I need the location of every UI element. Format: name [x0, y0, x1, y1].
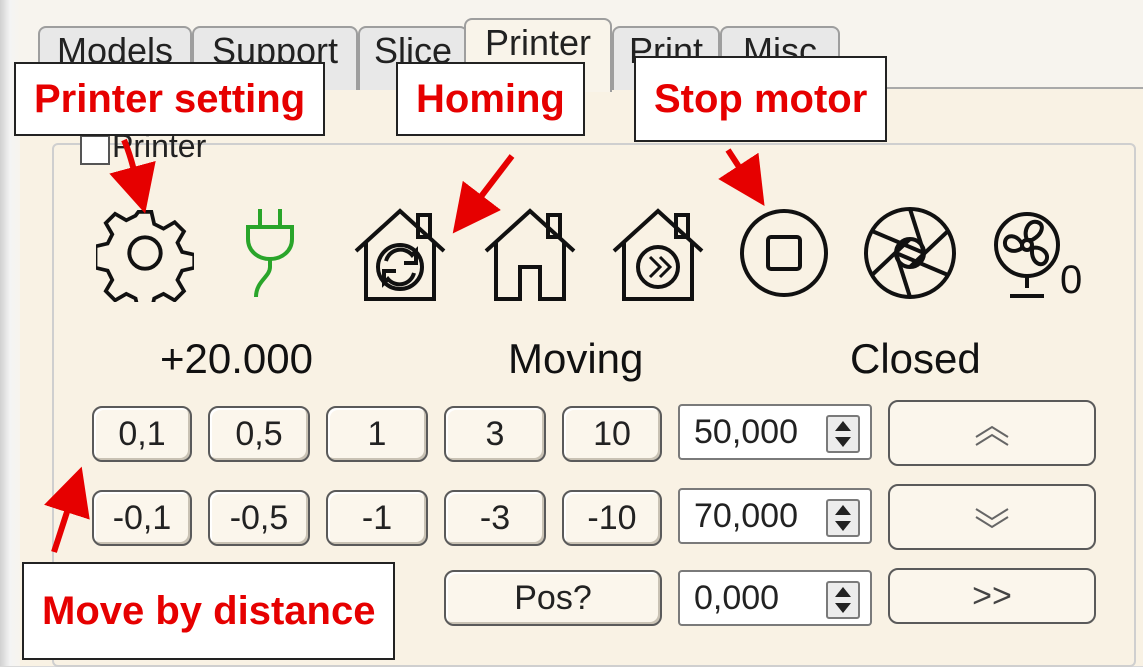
query-position-button[interactable]: Pos? [444, 570, 662, 626]
double-chevron-up-icon [975, 425, 1009, 446]
move-plus-3-button[interactable]: 3 [444, 406, 546, 462]
goto-position-value: 0,000 [694, 579, 780, 617]
callout-move-by-distance: Move by distance [22, 562, 396, 660]
move-minus-1-button[interactable]: -1 [326, 490, 428, 546]
callout-printer-setting: Printer setting [14, 62, 326, 136]
goto-position-button[interactable]: >> [888, 568, 1096, 624]
speed-up-value: 50,000 [694, 413, 798, 451]
aperture-icon[interactable] [862, 205, 958, 301]
callout-homing: Homing [396, 62, 585, 136]
move-up-button[interactable] [888, 400, 1096, 466]
position-readout: +20.000 [160, 335, 313, 382]
speed-up-spinbox[interactable]: 50,000 [678, 404, 872, 460]
spin-arrows-icon[interactable] [826, 581, 860, 619]
motion-state: Moving [508, 335, 644, 382]
app-window: Models Support Slice Printer Print Misc … [0, 0, 1143, 667]
stop-icon[interactable] [738, 207, 830, 299]
home-forward-icon[interactable] [610, 205, 706, 303]
plug-icon[interactable] [240, 205, 300, 305]
move-minus-0.5-button[interactable]: -0,5 [208, 490, 310, 546]
spin-arrows-icon[interactable] [826, 415, 860, 453]
move-plus-10-button[interactable]: 10 [562, 406, 662, 462]
spin-arrows-icon[interactable] [826, 499, 860, 537]
gear-icon[interactable] [93, 204, 197, 313]
home-cycle-icon[interactable] [352, 205, 448, 303]
speed-down-value: 70,000 [694, 497, 798, 535]
callout-stop-motor: Stop motor [634, 56, 888, 142]
move-plus-1-button[interactable]: 1 [326, 406, 428, 462]
fan-icon[interactable] [992, 210, 1062, 300]
move-minus-10-button[interactable]: -10 [562, 490, 662, 546]
move-plus-0.1-button[interactable]: 0,1 [92, 406, 192, 462]
move-minus-0.1-button[interactable]: -0,1 [92, 490, 192, 546]
fan-speed-value: 0 [1060, 258, 1083, 302]
home-icon[interactable] [482, 205, 578, 303]
move-minus-3-button[interactable]: -3 [444, 490, 546, 546]
door-state: Closed [850, 335, 981, 382]
printer-enable-checkbox[interactable] [80, 135, 110, 165]
goto-position-spinbox[interactable]: 0,000 [678, 570, 872, 626]
move-down-button[interactable] [888, 484, 1096, 550]
speed-down-spinbox[interactable]: 70,000 [678, 488, 872, 544]
move-plus-0.5-button[interactable]: 0,5 [208, 406, 310, 462]
double-chevron-down-icon [975, 508, 1009, 529]
